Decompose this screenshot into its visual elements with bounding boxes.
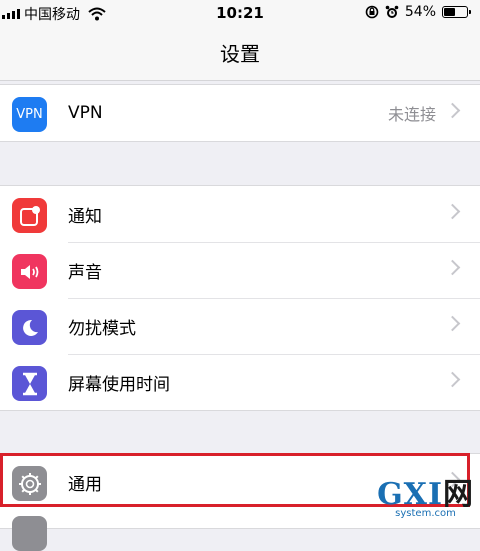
row-label: 通用 [68,474,102,495]
vpn-icon: VPN [12,97,47,132]
page-title: 设置 [220,42,260,66]
row-label: 通知 [68,206,102,227]
chevron-right-icon [444,315,461,332]
chevron-right-icon [444,203,461,220]
battery-percent: 54% [404,4,436,20]
gear-icon [12,466,47,501]
settings-row-screen-time[interactable]: 屏幕使用时间 [0,354,480,410]
row-label: 勿扰模式 [68,318,136,339]
settings-row-sound[interactable]: 声音 [0,242,480,298]
battery-fill [444,8,456,16]
orientation-lock-icon [365,5,379,19]
watermark-logo: GXI网 system.com [377,477,474,520]
sound-icon [12,254,47,289]
status-right: 54% [365,4,471,20]
battery-icon [442,6,471,18]
moon-icon [12,310,47,345]
next-row-icon [12,516,47,551]
settings-group-vpn: VPN VPN 未连接 [0,84,480,142]
chevron-right-icon [444,102,461,119]
settings-row-do-not-disturb[interactable]: 勿扰模式 [0,298,480,354]
settings-row-vpn[interactable]: VPN VPN 未连接 [0,85,480,141]
nav-bar: 设置 [0,28,480,81]
row-label: VPN [68,103,103,123]
status-bar: 中国移动 10:21 54% [0,0,480,28]
settings-group-notifications: 通知 声音 勿扰模式 屏幕使用时间 [0,185,480,411]
row-label: 声音 [68,262,102,283]
alarm-icon [385,5,399,18]
notifications-icon [12,198,47,233]
row-label: 屏幕使用时间 [68,374,170,395]
settings-row-notifications[interactable]: 通知 [0,186,480,242]
hourglass-icon [12,366,47,401]
chevron-right-icon [444,259,461,276]
vpn-status-value: 未连接 [387,105,436,124]
chevron-right-icon [444,371,461,388]
